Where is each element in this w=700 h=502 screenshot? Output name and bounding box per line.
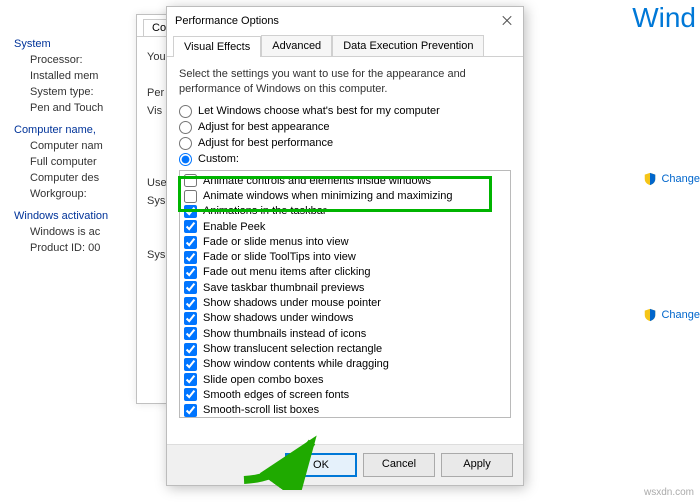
checkbox-input[interactable] bbox=[184, 190, 197, 203]
shield-icon bbox=[643, 308, 657, 322]
checkbox-label: Show window contents while dragging bbox=[203, 357, 389, 371]
checkbox-option[interactable]: Animate controls and elements inside win… bbox=[184, 174, 506, 188]
checkbox-input[interactable] bbox=[184, 312, 197, 325]
checkbox-input[interactable] bbox=[184, 205, 197, 218]
checkbox-input[interactable] bbox=[184, 174, 197, 187]
checkbox-option[interactable]: Animate windows when minimizing and maxi… bbox=[184, 189, 506, 203]
radio-label: Adjust for best performance bbox=[198, 137, 333, 149]
cancel-button[interactable]: Cancel bbox=[363, 453, 435, 477]
checkbox-label: Animate windows when minimizing and maxi… bbox=[203, 189, 452, 203]
checkbox-label: Show translucent selection rectangle bbox=[203, 342, 382, 356]
checkbox-input[interactable] bbox=[184, 281, 197, 294]
checkbox-input[interactable] bbox=[184, 358, 197, 371]
bg-group-header: System bbox=[14, 38, 154, 50]
checkbox-label: Slide open combo boxes bbox=[203, 373, 323, 387]
change-settings-link-2[interactable]: Change bbox=[643, 308, 700, 322]
radio-option[interactable]: Adjust for best appearance bbox=[179, 121, 511, 134]
checkbox-label: Save taskbar thumbnail previews bbox=[203, 281, 364, 295]
checkbox-input[interactable] bbox=[184, 220, 197, 233]
checkbox-option[interactable]: Show window contents while dragging bbox=[184, 357, 506, 371]
radio-input[interactable] bbox=[179, 105, 192, 118]
tab-content: Select the settings you want to use for … bbox=[167, 57, 523, 444]
options-listbox[interactable]: Animate controls and elements inside win… bbox=[179, 170, 511, 418]
description-text: Select the settings you want to use for … bbox=[179, 67, 511, 97]
radio-label: Adjust for best appearance bbox=[198, 121, 329, 133]
radio-input[interactable] bbox=[179, 137, 192, 150]
radio-option[interactable]: Custom: bbox=[179, 153, 511, 166]
checkbox-option[interactable]: Save taskbar thumbnail previews bbox=[184, 281, 506, 295]
tab-advanced[interactable]: Advanced bbox=[261, 35, 332, 56]
checkbox-input[interactable] bbox=[184, 343, 197, 356]
titlebar: Performance Options bbox=[167, 7, 523, 35]
button-row: OK Cancel Apply bbox=[167, 444, 523, 485]
checkbox-input[interactable] bbox=[184, 236, 197, 249]
windows-brand-text: Wind bbox=[632, 2, 696, 34]
checkbox-label: Fade or slide ToolTips into view bbox=[203, 250, 356, 264]
apply-button[interactable]: Apply bbox=[441, 453, 513, 477]
checkbox-label: Enable Peek bbox=[203, 220, 265, 234]
checkbox-option[interactable]: Slide open combo boxes bbox=[184, 373, 506, 387]
tab-visual-effects[interactable]: Visual Effects bbox=[173, 36, 261, 57]
checkbox-input[interactable] bbox=[184, 251, 197, 264]
radio-option[interactable]: Adjust for best performance bbox=[179, 137, 511, 150]
checkbox-input[interactable] bbox=[184, 327, 197, 340]
checkbox-input[interactable] bbox=[184, 388, 197, 401]
tab-data-execution-prevention[interactable]: Data Execution Prevention bbox=[332, 35, 484, 56]
radio-group: Let Windows choose what's best for my co… bbox=[179, 105, 511, 166]
change-label: Change bbox=[661, 309, 700, 321]
checkbox-option[interactable]: Smooth-scroll list boxes bbox=[184, 403, 506, 417]
bg-group-header: Windows activation bbox=[14, 210, 154, 222]
checkbox-option[interactable]: Enable Peek bbox=[184, 220, 506, 234]
radio-input[interactable] bbox=[179, 121, 192, 134]
checkbox-input[interactable] bbox=[184, 373, 197, 386]
checkbox-option[interactable]: Fade or slide menus into view bbox=[184, 235, 506, 249]
checkbox-option[interactable]: Show shadows under windows bbox=[184, 311, 506, 325]
checkbox-input[interactable] bbox=[184, 297, 197, 310]
checkbox-input[interactable] bbox=[184, 404, 197, 417]
change-settings-link-1[interactable]: Change bbox=[643, 172, 700, 186]
shield-icon bbox=[643, 172, 657, 186]
radio-label: Custom: bbox=[198, 153, 239, 165]
dialog-title: Performance Options bbox=[175, 15, 279, 27]
checkbox-label: Fade or slide menus into view bbox=[203, 235, 349, 249]
radio-input[interactable] bbox=[179, 153, 192, 166]
tab-strip: Visual EffectsAdvancedData Execution Pre… bbox=[167, 35, 523, 57]
bg-group-header: Computer name, bbox=[14, 124, 154, 136]
checkbox-input[interactable] bbox=[184, 266, 197, 279]
checkbox-option[interactable]: Show translucent selection rectangle bbox=[184, 342, 506, 356]
checkbox-option[interactable]: Show thumbnails instead of icons bbox=[184, 327, 506, 341]
checkbox-option[interactable]: Show shadows under mouse pointer bbox=[184, 296, 506, 310]
checkbox-option[interactable]: Smooth edges of screen fonts bbox=[184, 388, 506, 402]
checkbox-label: Smooth edges of screen fonts bbox=[203, 388, 349, 402]
performance-options-dialog: Performance Options Visual EffectsAdvanc… bbox=[166, 6, 524, 486]
checkbox-label: Animate controls and elements inside win… bbox=[203, 174, 431, 188]
change-label: Change bbox=[661, 173, 700, 185]
checkbox-option[interactable]: Fade or slide ToolTips into view bbox=[184, 250, 506, 264]
checkbox-label: Fade out menu items after clicking bbox=[203, 265, 371, 279]
checkbox-option[interactable]: Fade out menu items after clicking bbox=[184, 265, 506, 279]
watermark: wsxdn.com bbox=[644, 487, 694, 498]
checkbox-label: Show thumbnails instead of icons bbox=[203, 327, 366, 341]
checkbox-label: Show shadows under windows bbox=[203, 311, 353, 325]
ok-button[interactable]: OK bbox=[285, 453, 357, 477]
checkbox-label: Animations in the taskbar bbox=[203, 204, 327, 218]
checkbox-option[interactable]: Animations in the taskbar bbox=[184, 204, 506, 218]
system-properties-bg: SystemProcessor:Installed memSystem type… bbox=[14, 28, 154, 258]
close-icon[interactable] bbox=[499, 13, 515, 29]
radio-option[interactable]: Let Windows choose what's best for my co… bbox=[179, 105, 511, 118]
checkbox-label: Show shadows under mouse pointer bbox=[203, 296, 381, 310]
radio-label: Let Windows choose what's best for my co… bbox=[198, 105, 440, 117]
checkbox-label: Smooth-scroll list boxes bbox=[203, 403, 319, 417]
